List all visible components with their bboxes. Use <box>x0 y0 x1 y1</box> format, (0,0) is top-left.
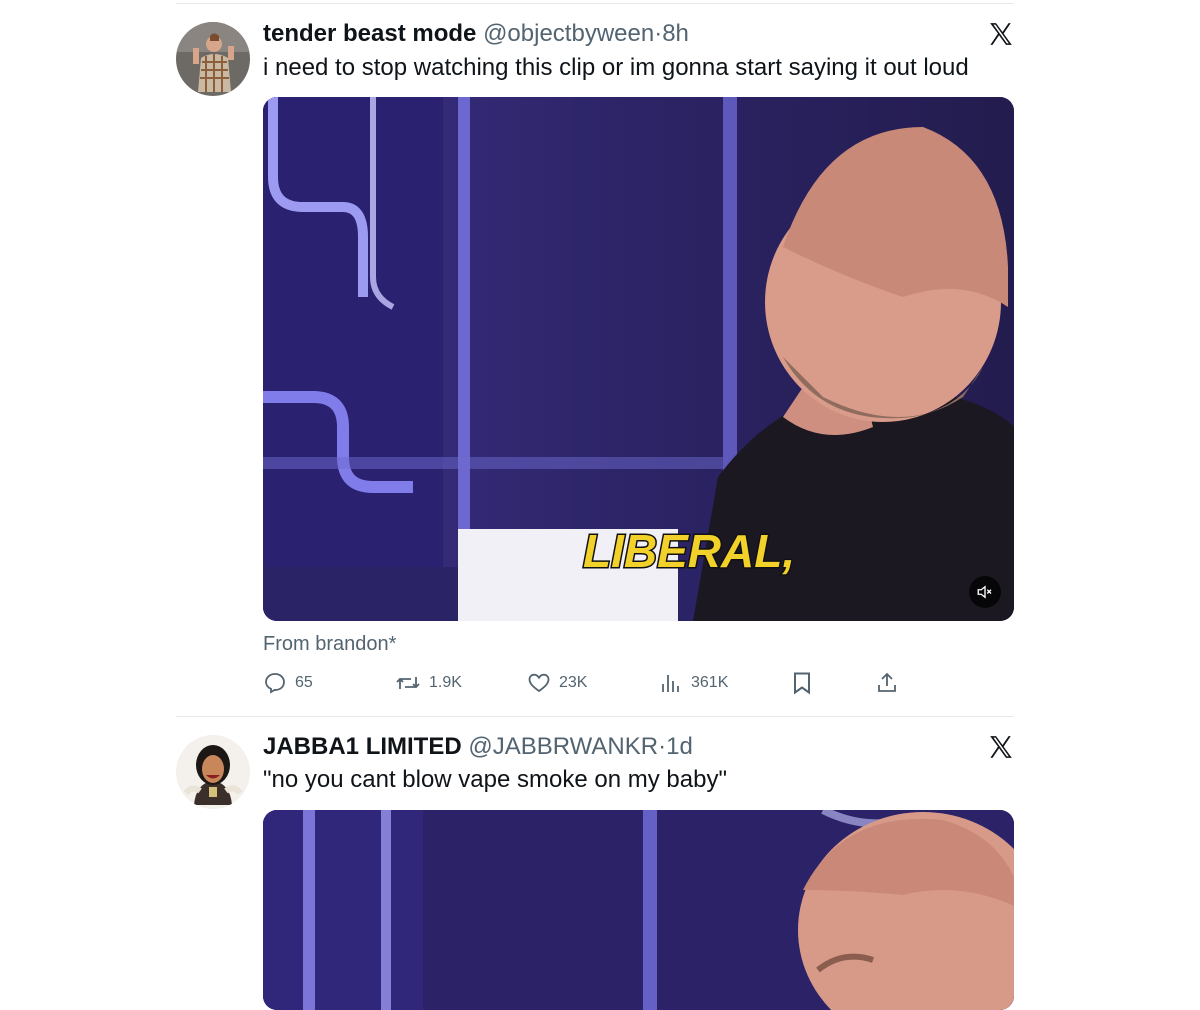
video-caption: LIBERAL, <box>583 525 795 577</box>
tweet-actions: 65 1.9K 23K 361K <box>263 671 903 697</box>
like-count: 23K <box>559 674 588 691</box>
handle[interactable]: @objectbyween <box>483 20 654 47</box>
repost-button[interactable]: 1.9K <box>395 671 462 695</box>
avatar[interactable] <box>176 735 250 809</box>
share-button[interactable] <box>875 671 899 695</box>
display-name[interactable]: tender beast mode <box>263 20 476 47</box>
tweet-text: i need to stop watching this clip or im … <box>263 54 969 81</box>
separator: · <box>658 733 667 760</box>
separator: · <box>654 20 663 47</box>
views-button[interactable]: 361K <box>659 671 728 695</box>
avatar[interactable] <box>176 22 250 96</box>
reply-count: 65 <box>295 674 313 691</box>
timestamp[interactable]: 8h <box>662 20 689 47</box>
share-icon <box>878 672 896 692</box>
display-name[interactable]: JABBA1 LIMITED <box>263 733 462 760</box>
views-count: 361K <box>691 674 729 691</box>
from-attribution[interactable]: From brandon* <box>263 633 396 656</box>
x-logo-icon <box>988 734 1014 760</box>
tweet-card[interactable]: tender beast mode @objectbyween·8h i nee… <box>176 0 1014 716</box>
tweet-card[interactable]: JABBA1 LIMITED @JABBRWANKR·1d "no you ca… <box>176 717 1014 1010</box>
tweet-video[interactable] <box>263 810 1014 1010</box>
tweet-header: tender beast mode @objectbyween·8h <box>263 20 689 48</box>
reply-icon <box>265 673 285 694</box>
views-icon <box>662 675 679 692</box>
tweet-video[interactable]: LIBERAL, <box>263 97 1014 621</box>
bookmark-button[interactable] <box>791 671 813 695</box>
bookmark-icon <box>794 672 810 695</box>
x-logo-icon <box>988 21 1014 47</box>
handle[interactable]: @JABBRWANKR <box>468 733 658 760</box>
tweet-text: "no you cant blow vape smoke on my baby" <box>263 766 727 793</box>
timestamp[interactable]: 1d <box>666 733 693 760</box>
like-icon <box>528 673 550 693</box>
speaker-muted-icon[interactable] <box>969 576 1001 608</box>
repost-icon <box>396 677 420 689</box>
reply-button[interactable]: 65 <box>263 671 313 695</box>
like-button[interactable]: 23K <box>527 671 587 695</box>
repost-count: 1.9K <box>429 674 462 691</box>
tweet-header: JABBA1 LIMITED @JABBRWANKR·1d <box>263 733 693 761</box>
